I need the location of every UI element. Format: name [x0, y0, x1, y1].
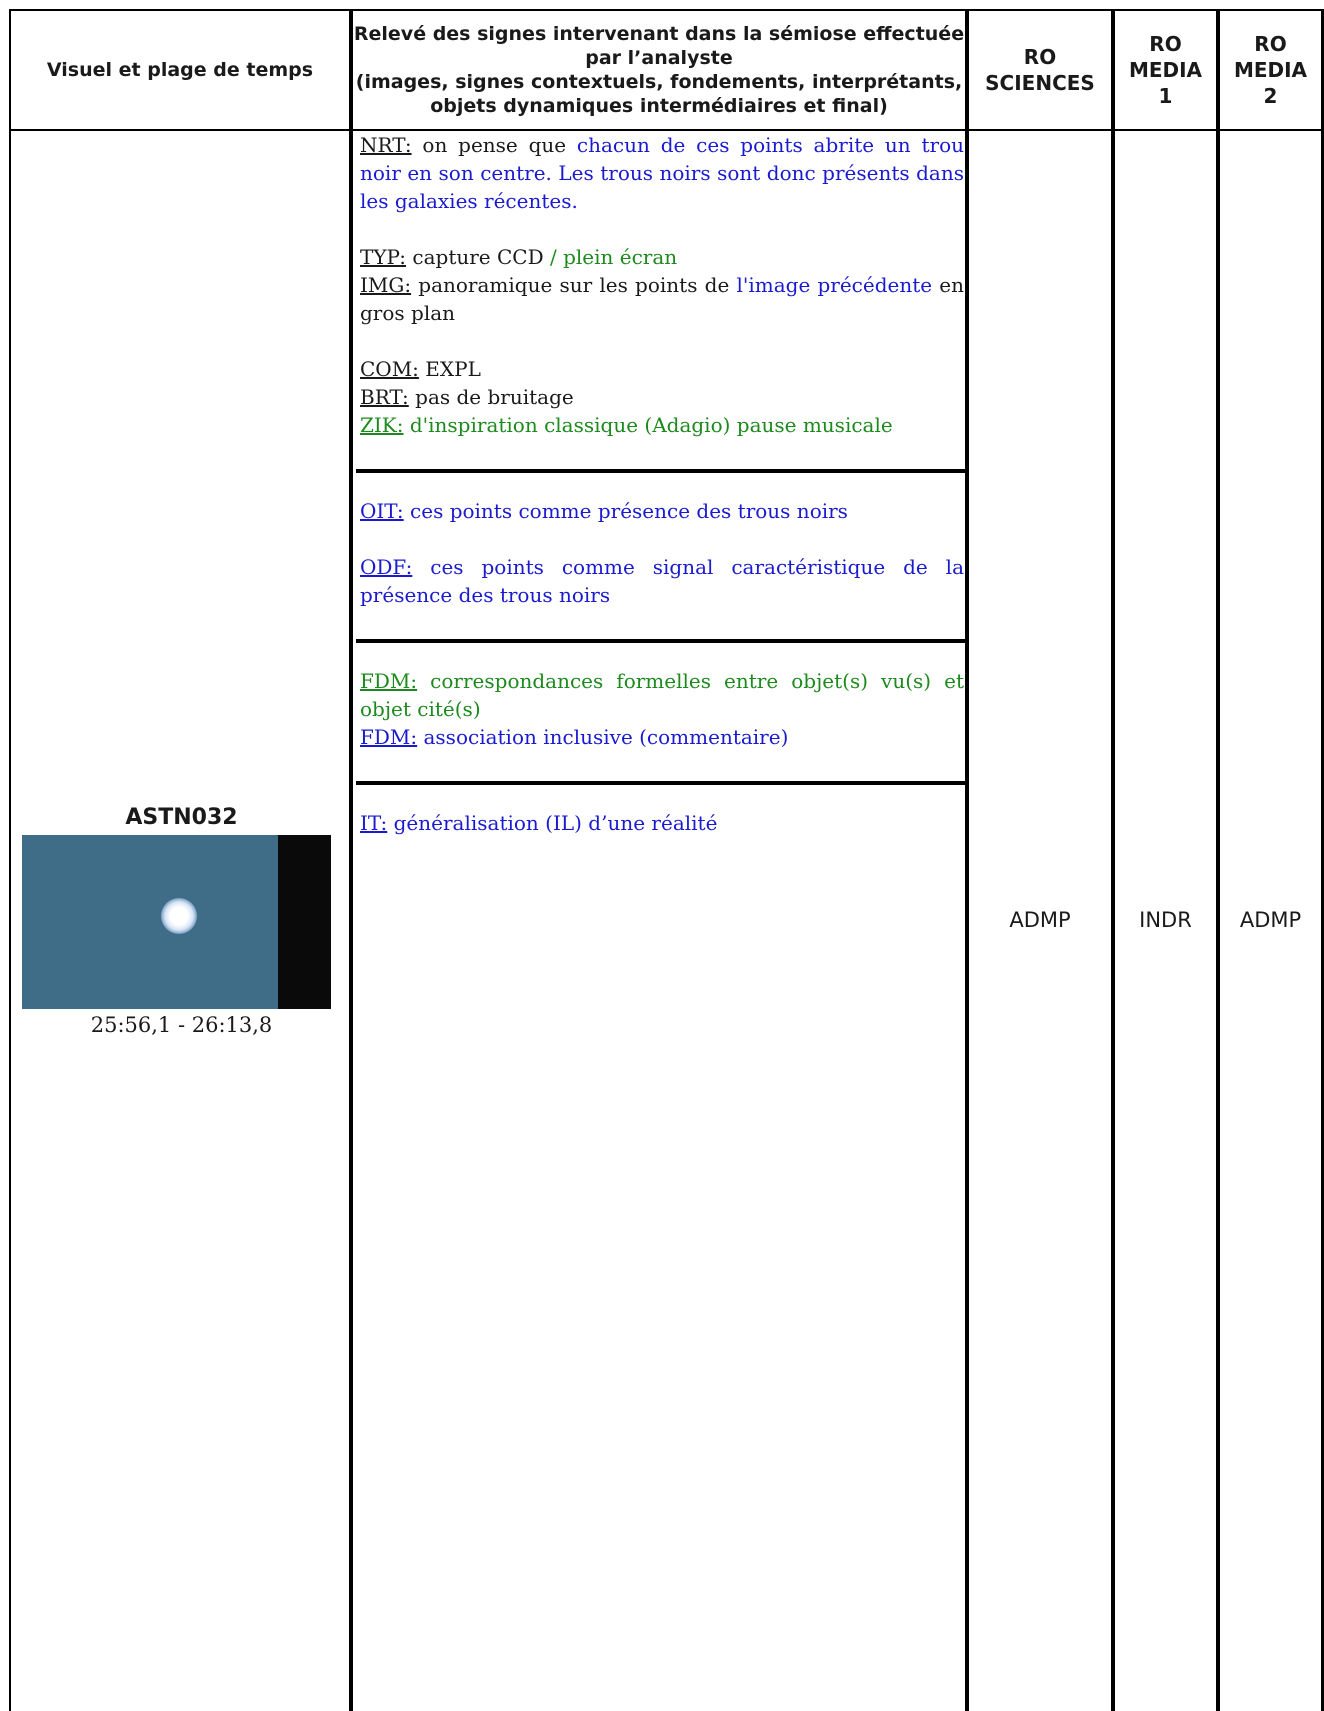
- shot-timecode: 25:56,1 - 26:13,8: [90, 1013, 273, 1037]
- col-divider-2: [965, 9, 969, 1711]
- header-signs-line-2: par l’analyste: [585, 47, 733, 69]
- it-label: IT:: [360, 811, 388, 835]
- zik-text: d'inspiration classique (Adagio) pause m…: [403, 413, 893, 437]
- header-ro-sciences: RO SCIENCES: [969, 11, 1111, 129]
- fdm-text-2: association inclusive (commentaire): [417, 725, 789, 749]
- header-ro-media-1: RO MEDIA 1: [1115, 11, 1216, 129]
- ro-media-2-value: ADMP: [1239, 908, 1302, 932]
- col-divider-1: [349, 9, 353, 1711]
- header-ro-media-1-line-1: RO: [1149, 32, 1182, 56]
- header-ro-media-2: RO MEDIA 2: [1220, 11, 1321, 129]
- com-label: COM:: [360, 357, 419, 381]
- com-text: EXPL: [418, 357, 481, 381]
- img-label: IMG:: [360, 273, 412, 297]
- odf-entry: ODF: ces points comme signal caractérist…: [360, 553, 964, 609]
- signs-analysis: NRT: on pense que chacun de ces points a…: [356, 131, 966, 837]
- oit-label: OIT:: [360, 499, 404, 523]
- oit-text: ces points comme présence des trous noir…: [403, 499, 848, 523]
- zik-entry: ZIK: d'inspiration classique (Adagio) pa…: [360, 411, 964, 439]
- brt-text: pas de bruitage: [408, 385, 574, 409]
- odf-label: ODF:: [360, 555, 413, 579]
- header-signs-line-3: (images, signes contextuels, fondements,…: [355, 71, 963, 93]
- typ-entry: TYP: capture CCD / plein écran: [360, 243, 964, 271]
- oit-entry: OIT: ces points comme présence des trous…: [360, 497, 964, 525]
- header-ro-sciences-line-2: SCIENCES: [985, 71, 1095, 95]
- nrt-text-1: on pense que: [411, 133, 577, 157]
- col-divider-4: [1216, 9, 1220, 1711]
- typ-label: TYP:: [360, 245, 407, 269]
- img-text-2: l'image précédente: [736, 273, 933, 297]
- header-ro-media-1-line-2: MEDIA: [1128, 58, 1203, 82]
- odf-text: ces points comme signal caractéristique …: [360, 555, 964, 607]
- typ-text-2: / plein écran: [543, 245, 678, 269]
- fdm-text-1: correspondances formelles entre objet(s)…: [360, 669, 964, 721]
- ro-media-1-value: INDR: [1139, 908, 1192, 932]
- header-visual: Visuel et plage de temps: [11, 11, 349, 129]
- img-entry: IMG: panoramique sur les points de l'ima…: [360, 271, 964, 327]
- header-ro-media-2-line-1: RO: [1254, 32, 1287, 56]
- col-divider-3: [1111, 9, 1115, 1711]
- bright-point: [161, 898, 197, 934]
- fdm-entry-2: FDM: association inclusive (commentaire): [360, 723, 964, 751]
- typ-text-1: capture CCD: [406, 245, 544, 269]
- brt-entry: BRT: pas de bruitage: [360, 383, 964, 411]
- fdm-label-2: FDM:: [360, 725, 418, 749]
- shot-id: ASTN032: [125, 805, 238, 830]
- brt-label: BRT:: [360, 385, 409, 409]
- img-text-1: panoramique sur les points de: [411, 273, 737, 297]
- zik-label: ZIK:: [360, 413, 404, 437]
- it-entry: IT: généralisation (IL) d’une réalité: [360, 809, 964, 837]
- header-visual-label: Visuel et plage de temps: [46, 58, 314, 81]
- header-ro-media-2-line-2: MEDIA: [1233, 58, 1308, 82]
- nrt-entry: NRT: on pense que chacun de ces points a…: [360, 131, 964, 215]
- shot-thumbnail: [22, 835, 331, 1009]
- com-entry: COM: EXPL: [360, 355, 964, 383]
- header-ro-sciences-line-1: RO: [1023, 45, 1057, 69]
- header-signs-line-4: objets dynamiques intermédiaires et fina…: [430, 95, 888, 117]
- table-left-border: [9, 9, 11, 1711]
- ro-sciences-value: ADMP: [1009, 908, 1071, 932]
- fdm-entry-1: FDM: correspondances formelles entre obj…: [360, 667, 964, 723]
- header-ro-media-2-line-3: 2: [1263, 84, 1278, 108]
- header-ro-media-1-line-3: 1: [1158, 84, 1173, 108]
- header-signs: Relevé des signes intervenant dans la sé…: [353, 11, 965, 129]
- nrt-label: NRT:: [360, 133, 412, 157]
- black-bar: [278, 835, 331, 1009]
- fdm-label-1: FDM:: [360, 669, 418, 693]
- header-signs-line-1: Relevé des signes intervenant dans la sé…: [353, 23, 965, 45]
- it-text: généralisation (IL) d’une réalité: [387, 811, 718, 835]
